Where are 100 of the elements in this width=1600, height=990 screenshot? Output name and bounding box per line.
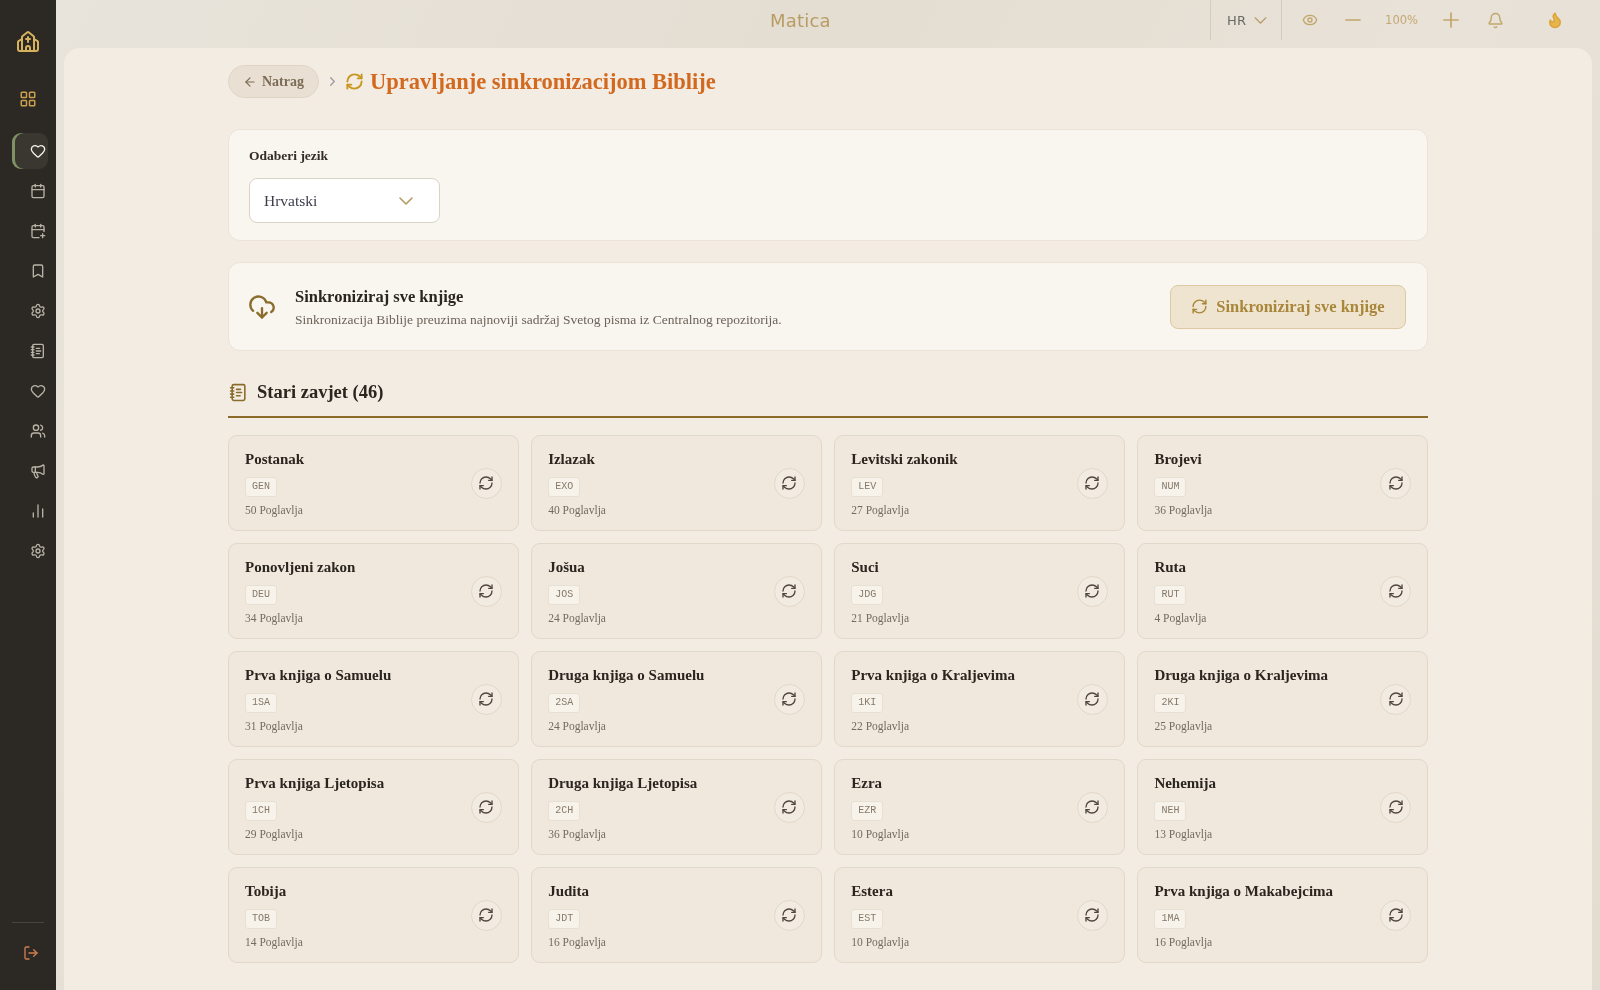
chapter-count: 27 Poglavlja	[851, 503, 910, 517]
arrow-left-icon	[243, 74, 257, 89]
megaphone-icon[interactable]	[30, 463, 46, 479]
sync-book-button[interactable]	[1380, 575, 1411, 607]
book-code: LEV	[851, 477, 884, 497]
sync-book-button[interactable]	[1380, 683, 1411, 715]
chapter-count: 36 Poglavlja	[548, 827, 606, 841]
sync-book-button[interactable]	[470, 683, 502, 715]
chapter-count: 10 Poglavlja	[851, 827, 910, 841]
refresh-icon	[478, 475, 495, 491]
book-code: 1CH	[245, 801, 277, 821]
notebook-icon[interactable]	[30, 343, 46, 359]
bar-chart-icon[interactable]	[30, 503, 46, 519]
bookmark-icon[interactable]	[30, 263, 46, 279]
sync-book-button[interactable]	[1076, 683, 1108, 715]
sync-book-button[interactable]	[1076, 899, 1108, 931]
book-code: 1MA	[1154, 909, 1187, 929]
sync-book-button[interactable]	[773, 899, 805, 931]
notebook-icon	[229, 382, 248, 402]
heart-icon[interactable]	[30, 383, 46, 399]
book-code: EXO	[548, 477, 581, 497]
field-label: Odaberi jezik	[249, 148, 330, 164]
logout-icon[interactable]	[23, 945, 39, 961]
book-name: Prva knjiga o Samuelu	[245, 666, 392, 685]
refresh-icon	[1191, 298, 1209, 315]
book-name: Druga knjiga o Samuelu	[548, 666, 705, 685]
refresh-icon	[478, 583, 495, 599]
book-name: Ruta	[1154, 558, 1187, 577]
refresh-icon	[1084, 691, 1101, 707]
language-selector[interactable]: HR	[1210, 0, 1283, 40]
settings-icon[interactable]	[30, 303, 46, 319]
sync-book-button[interactable]	[1076, 791, 1108, 823]
refresh-icon	[478, 691, 495, 707]
sync-book-button[interactable]	[773, 683, 805, 715]
sync-book-button[interactable]	[1380, 467, 1411, 499]
refresh-icon	[1387, 583, 1404, 599]
chapter-count: 10 Poglavlja	[851, 935, 910, 949]
grid-icon[interactable]	[19, 90, 37, 108]
book-name: Estera	[851, 882, 893, 901]
book-name: Nehemija	[1154, 774, 1217, 793]
refresh-icon	[1084, 583, 1101, 599]
refresh-icon	[781, 691, 798, 707]
caret-icon	[399, 196, 413, 205]
refresh-icon	[478, 799, 495, 815]
users-icon[interactable]	[30, 423, 46, 439]
cloud-download-icon	[248, 292, 276, 321]
sync-book-button[interactable]	[470, 575, 502, 607]
book-name: Postanak	[245, 450, 305, 469]
book-code: NEH	[1154, 801, 1187, 821]
sync-book-button[interactable]	[773, 791, 805, 823]
book-code: TOB	[245, 909, 277, 929]
refresh-icon	[1387, 475, 1404, 491]
book-code: 2SA	[548, 693, 581, 713]
chapter-count: 24 Poglavlja	[548, 719, 606, 733]
book-code: JOS	[548, 585, 581, 605]
book-code: 2KI	[1154, 693, 1187, 713]
book-code: 1KI	[851, 693, 884, 713]
sync-book-button[interactable]	[470, 791, 502, 823]
refresh-icon	[1387, 799, 1404, 815]
book-name: Brojevi	[1154, 450, 1202, 469]
chapter-count: 22 Poglavlja	[851, 719, 910, 733]
sync-book-button[interactable]	[1380, 791, 1411, 823]
calendar-plus-icon[interactable]	[30, 223, 46, 239]
refresh-icon	[1084, 475, 1101, 491]
book-code: RUT	[1154, 585, 1187, 605]
book-code: EZR	[851, 801, 884, 821]
sync-book-button[interactable]	[1076, 467, 1108, 499]
sync-book-button[interactable]	[470, 899, 502, 931]
book-name: Prva knjiga Ljetopisa	[245, 774, 385, 793]
chapter-count: 36 Poglavlja	[1154, 503, 1213, 517]
book-name: Ezra	[851, 774, 883, 793]
book-name: Levitski zakonik	[851, 450, 958, 469]
page-title: Upravljanje sinkronizacijom Biblije	[370, 68, 716, 96]
chapter-count: 29 Poglavlja	[245, 827, 303, 841]
book-code: DEU	[245, 585, 277, 605]
flame-icon	[1546, 11, 1564, 29]
back-button[interactable]: Natrag	[228, 65, 319, 98]
language-select[interactable]: Hrvatski	[249, 178, 440, 223]
chapter-count: 16 Poglavlja	[548, 935, 606, 949]
refresh-icon	[345, 72, 364, 91]
sync-book-button[interactable]	[1076, 575, 1108, 607]
refresh-icon	[1387, 691, 1404, 707]
calendar-icon[interactable]	[30, 183, 46, 199]
refresh-icon	[1084, 799, 1101, 815]
chapter-count: 25 Poglavlja	[1154, 719, 1213, 733]
sidebar-nav-item[interactable]	[12, 133, 48, 169]
sync-book-button[interactable]	[773, 467, 805, 499]
zoom-level: 100%	[1385, 13, 1418, 27]
sync-book-button[interactable]	[773, 575, 805, 607]
chapter-count: 50 Poglavlja	[245, 503, 303, 517]
sync-all-button[interactable]: Sinkroniziraj sve knjige	[1170, 284, 1406, 329]
sync-description: Sinkronizacija Biblije preuzima najnoviji sadržaj Svetog pisma iz Centralnog repozitorija.	[295, 310, 783, 328]
section-title: Stari zavjet (46)	[257, 381, 384, 404]
book-name: Judita	[548, 882, 589, 901]
sync-book-button[interactable]	[1380, 899, 1411, 931]
book-code: NUM	[1154, 477, 1187, 497]
chevron-right-icon	[330, 77, 335, 86]
book-code: EST	[851, 909, 884, 929]
sync-book-button[interactable]	[470, 467, 502, 499]
settings-icon[interactable]	[30, 543, 46, 559]
